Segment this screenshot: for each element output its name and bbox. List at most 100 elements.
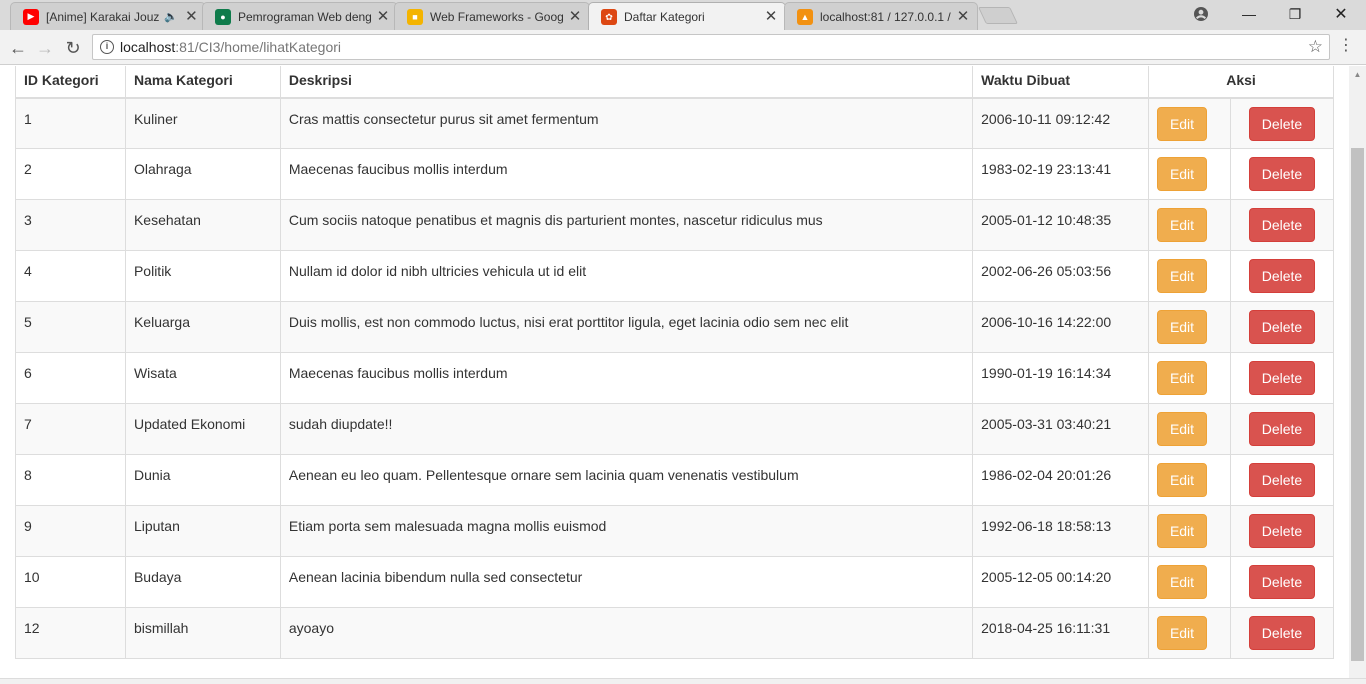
tab-title: [Anime] Karakai Jouzu: [46, 9, 161, 24]
edit-button[interactable]: Edit: [1157, 310, 1207, 344]
tab-title: Daftar Kategori: [624, 10, 705, 24]
delete-button[interactable]: Delete: [1248, 208, 1315, 242]
cell-delete: Delete: [1229, 352, 1335, 404]
delete-button[interactable]: Delete: [1248, 310, 1315, 344]
table-row: 3 Kesehatan Cum sociis natoque penatibus e…: [15, 199, 1335, 251]
scrollbar-thumb[interactable]: [1351, 148, 1364, 661]
bottom-edge: [0, 678, 1366, 684]
cell-waktu: 2006-10-16 14:22:00: [972, 301, 1149, 353]
cell-nama: Olahraga: [124, 148, 281, 200]
menu-dots-icon[interactable]: ⋮: [1338, 38, 1354, 54]
scroll-up-arrow-icon[interactable]: ▲: [1349, 66, 1366, 83]
cell-delete: Delete: [1229, 250, 1335, 302]
delete-button[interactable]: Delete: [1248, 412, 1315, 446]
header-waktu-dibuat: Waktu Dibuat: [972, 66, 1149, 99]
delete-button[interactable]: Delete: [1248, 565, 1315, 599]
table-header-row: ID Kategori Nama Kategori Deskripsi Wakt…: [15, 66, 1334, 99]
cell-deskripsi: ayoayo: [279, 607, 974, 659]
header-aksi: Aksi: [1148, 66, 1334, 99]
edit-button[interactable]: Edit: [1157, 259, 1207, 293]
bookmark-star-icon[interactable]: ☆: [1308, 37, 1323, 57]
cell-waktu: 2006-10-11 09:12:42: [972, 97, 1149, 149]
new-tab-button[interactable]: [978, 7, 1018, 24]
speaker-icon[interactable]: 🔈: [164, 10, 178, 23]
youtube-icon: ▶: [23, 8, 39, 25]
cell-delete: Delete: [1229, 403, 1335, 455]
restore-icon[interactable]: ❐: [1272, 0, 1318, 28]
edit-button[interactable]: Edit: [1157, 208, 1207, 242]
phpmyadmin-icon: ▲: [797, 8, 813, 25]
cell-id: 3: [15, 199, 126, 251]
delete-button[interactable]: Delete: [1248, 463, 1315, 497]
cell-id: 8: [15, 454, 126, 506]
edit-button[interactable]: Edit: [1157, 514, 1207, 548]
info-icon[interactable]: i: [100, 40, 114, 54]
address-bar[interactable]: i localhost:81/CI3/home/lihatKategori ☆: [92, 34, 1330, 60]
cell-nama: Kuliner: [124, 97, 281, 149]
tab-title: localhost:81 / 127.0.0.1 /: [820, 9, 951, 24]
vertical-scrollbar[interactable]: ▲: [1349, 66, 1366, 678]
cell-id: 1: [15, 97, 126, 149]
table-row: 8 Dunia Aenean eu leo quam. Pellentesque o…: [15, 454, 1335, 506]
url-host: localhost: [120, 39, 176, 55]
cell-nama: Kesehatan: [124, 199, 281, 251]
delete-button[interactable]: Delete: [1248, 157, 1315, 191]
classroom-icon: ●: [215, 8, 231, 25]
cell-nama: Wisata: [124, 352, 281, 404]
tab-classroom[interactable]: ● Pemrograman Web deng ✕: [202, 2, 398, 30]
table-row: 5 Keluarga Duis mollis, est non commodo lu…: [15, 301, 1335, 353]
delete-button[interactable]: Delete: [1248, 259, 1315, 293]
edit-button[interactable]: Edit: [1157, 106, 1207, 141]
tab-youtube[interactable]: ▶ [Anime] Karakai Jouzu 🔈 ✕: [10, 2, 206, 30]
cell-nama: Liputan: [124, 505, 281, 557]
close-icon[interactable]: ✕: [955, 8, 971, 25]
tab-slides[interactable]: ■ Web Frameworks - Goog ✕: [394, 2, 590, 30]
cell-delete: Delete: [1229, 301, 1335, 353]
cell-waktu: 1992-06-18 18:58:13: [972, 505, 1149, 557]
cell-waktu: 1986-02-04 20:01:26: [972, 454, 1149, 506]
edit-button[interactable]: Edit: [1157, 157, 1207, 191]
edit-button[interactable]: Edit: [1157, 361, 1207, 395]
cell-waktu: 1990-01-19 16:14:34: [972, 352, 1149, 404]
delete-button[interactable]: Delete: [1248, 514, 1315, 548]
cell-edit: Edit: [1148, 505, 1231, 557]
edit-button[interactable]: Edit: [1157, 616, 1207, 650]
edit-button[interactable]: Edit: [1157, 412, 1207, 446]
cell-id: 7: [15, 403, 126, 455]
profile-icon[interactable]: [1178, 0, 1224, 28]
minimize-icon[interactable]: —: [1226, 0, 1272, 28]
tab-phpmyadmin[interactable]: ▲ localhost:81 / 127.0.0.1 / ✕: [784, 2, 978, 30]
window-close-icon[interactable]: ✕: [1318, 0, 1364, 28]
cell-id: 2: [15, 148, 126, 200]
browser-tab-strip: ▶ [Anime] Karakai Jouzu 🔈 ✕ ● Pemrograma…: [0, 0, 1366, 31]
close-icon[interactable]: ✕: [184, 8, 199, 25]
close-icon[interactable]: ✕: [375, 8, 391, 25]
delete-button[interactable]: Delete: [1248, 361, 1315, 395]
back-arrow-icon[interactable]: ←: [6, 36, 30, 60]
close-icon[interactable]: ✕: [567, 8, 583, 25]
page-content: ID Kategori Nama Kategori Deskripsi Wakt…: [0, 66, 1349, 678]
close-icon[interactable]: ✕: [763, 9, 779, 25]
cell-id: 9: [15, 505, 126, 557]
table-row: 1 Kuliner Cras mattis consectetur purus si…: [15, 97, 1335, 149]
tab-daftar-kategori[interactable]: ✿ Daftar Kategori ✕: [588, 2, 786, 31]
tab-title: Pemrograman Web deng: [238, 9, 372, 24]
cell-nama: Updated Ekonomi: [124, 403, 281, 455]
header-nama-kategori: Nama Kategori: [124, 66, 281, 99]
edit-button[interactable]: Edit: [1157, 463, 1207, 497]
cell-id: 4: [15, 250, 126, 302]
edit-button[interactable]: Edit: [1157, 565, 1207, 599]
cell-waktu: 2018-04-25 16:11:31: [972, 607, 1149, 659]
header-deskripsi: Deskripsi: [279, 66, 974, 99]
forward-arrow-icon[interactable]: →: [33, 36, 57, 60]
cell-nama: Politik: [124, 250, 281, 302]
delete-button[interactable]: Delete: [1248, 616, 1315, 650]
cell-edit: Edit: [1148, 556, 1231, 608]
reload-icon[interactable]: ↻: [61, 36, 85, 60]
cell-deskripsi: Aenean eu leo quam. Pellentesque ornare …: [279, 454, 974, 506]
delete-button[interactable]: Delete: [1248, 106, 1315, 141]
cell-waktu: 1983-02-19 23:13:41: [972, 148, 1149, 200]
cell-delete: Delete: [1229, 607, 1335, 659]
table-row: 12 bismillah ayoayo 2018-04-25 16:11:31 Edit…: [15, 607, 1335, 659]
cell-nama: Keluarga: [124, 301, 281, 353]
